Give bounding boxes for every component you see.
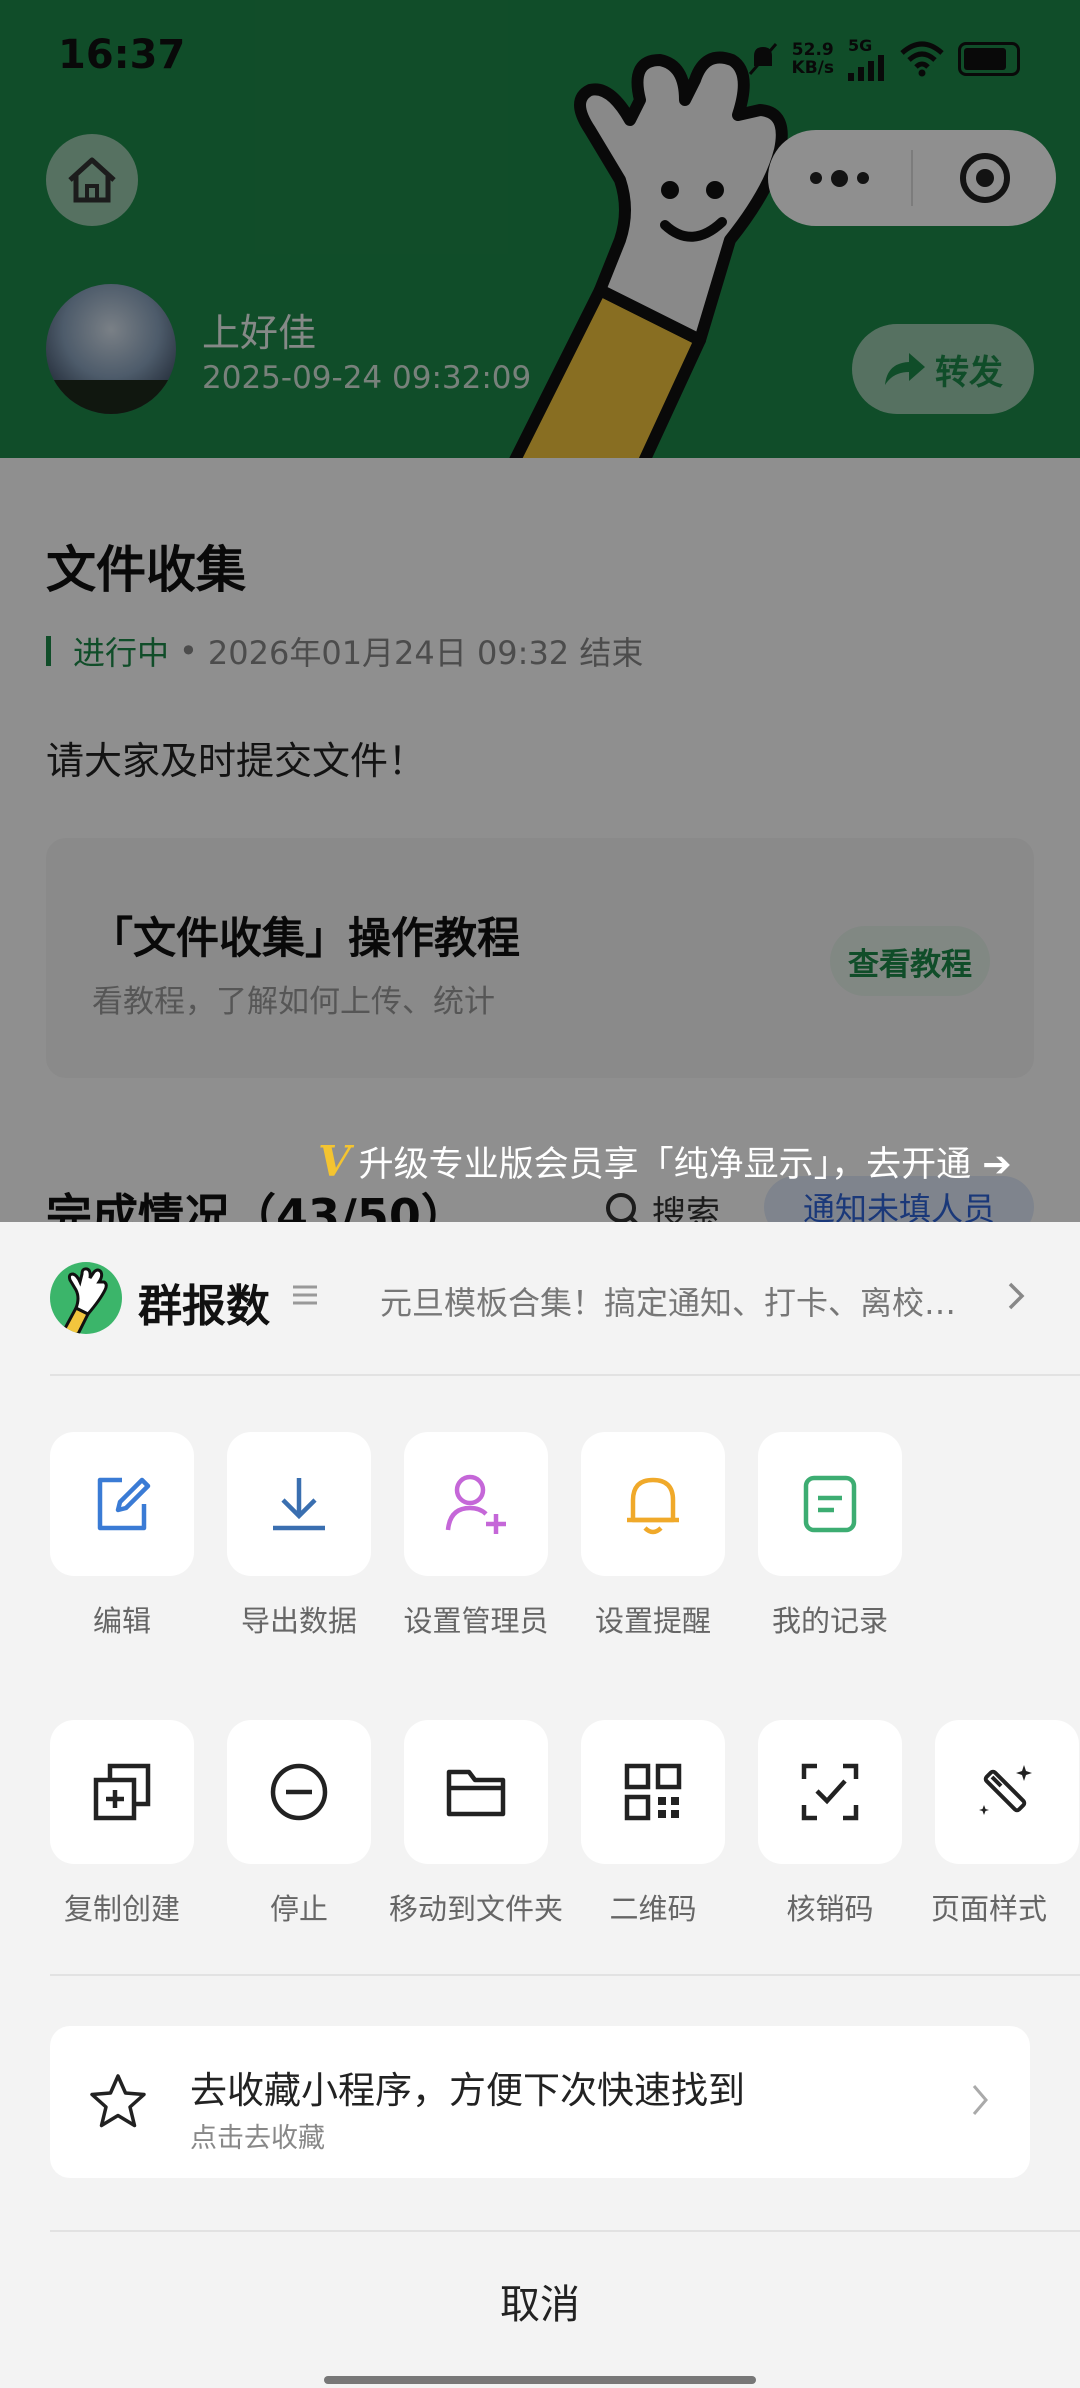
divider	[50, 1374, 1080, 1376]
page-style-button[interactable]: 页面样式	[919, 1720, 1080, 1928]
move-to-folder-tile	[404, 1720, 548, 1864]
star-icon	[90, 2074, 146, 2128]
app-logo	[50, 1262, 122, 1334]
chevron-right-icon[interactable]	[1006, 1280, 1026, 1312]
qr-code-tile	[581, 1720, 725, 1864]
set-admin-label: 设置管理员	[403, 1604, 549, 1638]
notice-text[interactable]: 元旦模板合集！搞定通知、打卡、离校…	[380, 1278, 980, 1324]
hand-logo-icon	[60, 1267, 108, 1334]
menu-icon[interactable]	[292, 1284, 318, 1306]
record-icon	[803, 1475, 857, 1533]
move-to-folder-button[interactable]: 移动到文件夹	[388, 1720, 564, 1928]
set-admin-button[interactable]: 设置管理员	[388, 1432, 564, 1640]
chevron-right-icon	[972, 2085, 988, 2115]
copy-create-button[interactable]: 复制创建	[34, 1720, 210, 1928]
add-admin-icon	[445, 1474, 506, 1534]
page-style-label: 页面样式	[931, 1892, 1048, 1926]
stop-button[interactable]: 停止	[211, 1720, 387, 1928]
set-reminder-tile	[581, 1432, 725, 1576]
copy-icon	[93, 1763, 151, 1821]
qr-code-button[interactable]: 二维码	[565, 1720, 741, 1928]
add-to-favorites-card[interactable]: 去收藏小程序，方便下次快速找到 点击去收藏	[50, 2026, 1030, 2178]
copy-create-label: 复制创建	[63, 1892, 180, 1926]
page-style-tile	[935, 1720, 1079, 1864]
set-reminder-button[interactable]: 设置提醒	[565, 1432, 741, 1640]
set-reminder-label: 设置提醒	[594, 1604, 711, 1638]
set-admin-tile	[404, 1432, 548, 1576]
download-icon	[273, 1478, 325, 1531]
move-to-folder-label: 移动到文件夹	[388, 1892, 563, 1926]
sheet-header: 群报数 元旦模板合集！搞定通知、打卡、离校…	[0, 1222, 1080, 1374]
edit-label: 编辑	[92, 1604, 151, 1638]
export-data-button[interactable]: 导出数据	[211, 1432, 387, 1640]
edit-icon	[97, 1477, 151, 1531]
qr-code-label: 二维码	[609, 1892, 697, 1926]
divider	[50, 1974, 1080, 1976]
cancel-button[interactable]: 取消	[0, 2272, 1080, 2330]
stop-tile	[227, 1720, 371, 1864]
export-data-tile	[227, 1432, 371, 1576]
favorites-subtitle: 点击去收藏	[190, 2123, 325, 2154]
verify-code-button[interactable]: 核销码	[742, 1720, 918, 1928]
edit-tile	[50, 1432, 194, 1576]
qr-code-icon	[624, 1763, 682, 1821]
edit-button[interactable]: 编辑	[34, 1432, 210, 1640]
bell-icon	[627, 1477, 679, 1535]
vip-badge: V	[318, 1137, 351, 1186]
my-records-label: 我的记录	[771, 1604, 888, 1638]
my-records-tile	[758, 1432, 902, 1576]
verify-code-tile	[758, 1720, 902, 1864]
upgrade-promo-text: 升级专业版会员享「纯净显示」，去开通 ➔	[358, 1145, 1012, 1185]
stop-label: 停止	[269, 1892, 328, 1926]
upgrade-promo[interactable]: V 升级专业版会员享「纯净显示」，去开通 ➔	[318, 1136, 1012, 1187]
divider	[50, 2230, 1080, 2232]
favorites-title: 去收藏小程序，方便下次快速找到	[190, 2069, 745, 2112]
verify-code-label: 核销码	[786, 1892, 874, 1926]
copy-create-tile	[50, 1720, 194, 1864]
my-records-button[interactable]: 我的记录	[742, 1432, 918, 1640]
action-sheet: 群报数 元旦模板合集！搞定通知、打卡、离校… 编辑 导出数据 设置管理员 设置提…	[0, 1222, 1080, 2388]
export-data-label: 导出数据	[240, 1604, 357, 1638]
stop-icon	[270, 1763, 328, 1821]
magic-wand-icon	[979, 1765, 1032, 1815]
verify-code-icon	[801, 1763, 859, 1821]
home-indicator[interactable]	[324, 2376, 756, 2384]
folder-icon	[446, 1769, 506, 1817]
app-name: 群报数	[138, 1281, 270, 1332]
